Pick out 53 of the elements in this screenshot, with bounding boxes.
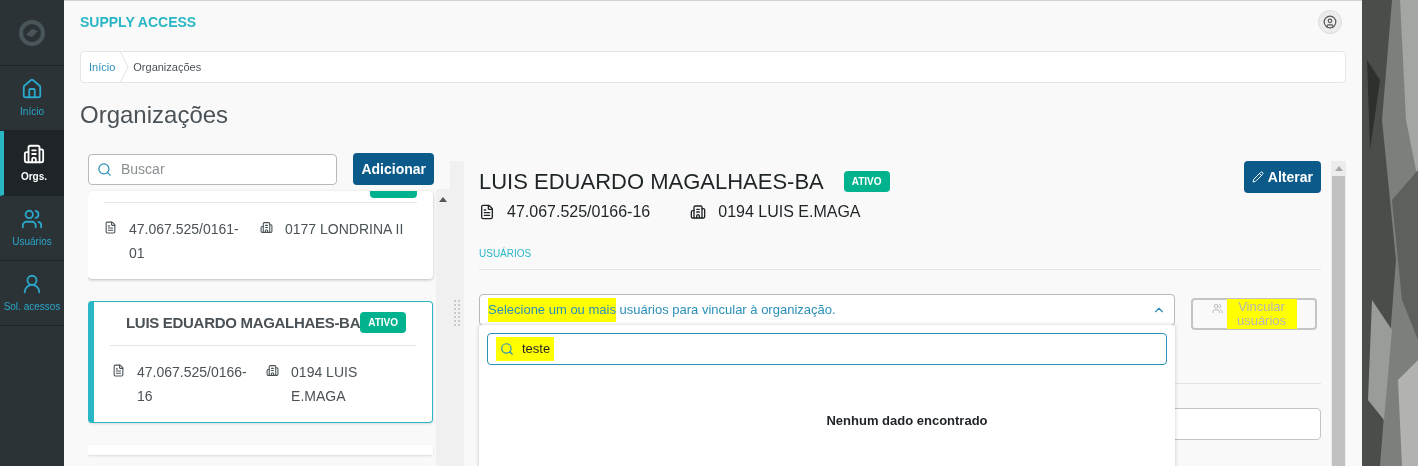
home-icon: [21, 77, 43, 100]
document-icon: [104, 221, 117, 234]
logo-icon: [19, 19, 45, 46]
organization-title: LUIS EDUARDO MAGALHAES-BA: [479, 168, 824, 196]
person-icon: [21, 272, 43, 295]
cnpj-text: 47.067.525/0161-01: [129, 220, 240, 263]
building-icon: [260, 221, 273, 234]
user-icon: [1323, 15, 1337, 29]
users-icon: [1211, 303, 1223, 314]
nav-item[interactable]: Sol. acessos: [0, 261, 64, 326]
dropdown-search-field[interactable]: teste: [487, 333, 1167, 365]
search-value: teste: [522, 340, 551, 359]
building-icon: [266, 363, 280, 377]
code-text: 0194 LUIS E.MAGA: [291, 362, 359, 406]
edit-button[interactable]: Alterar: [1243, 161, 1321, 193]
scrollbar[interactable]: [436, 189, 450, 466]
users-icon: [21, 207, 43, 230]
splitter-handle[interactable]: [450, 161, 464, 466]
card-title: LUIS EDUARDO MAGALHAES-BA: [126, 313, 361, 333]
status-badge: ATIVO: [843, 171, 890, 192]
grip-icon: [454, 299, 460, 328]
nav-item[interactable]: Orgs.: [0, 131, 64, 196]
document-icon: [112, 363, 125, 377]
scroll-thumb[interactable]: [1332, 176, 1345, 466]
app-title: SUPPLY ACCESS: [80, 12, 197, 32]
user-select-field[interactable]: Selecione um ou mais usuários para vincular à organização.: [479, 294, 1175, 326]
code-text: 0194 LUIS E.MAGA: [718, 202, 861, 222]
empty-message: Nenhum dado encontrado: [826, 412, 988, 430]
building-icon: [23, 142, 45, 165]
organization-card[interactable]: 47.067.525/0161-01 0177 LONDRINA II: [88, 191, 433, 279]
breadcrumb-link[interactable]: Organizações: [133, 58, 202, 76]
search-field[interactable]: Buscar: [88, 153, 338, 185]
breadcrumb-link[interactable]: Início: [89, 58, 116, 76]
search-icon: [500, 342, 514, 356]
status-badge: ATIVO: [360, 312, 406, 333]
page-title: Organizações: [80, 100, 230, 130]
scroll-up-icon: [1334, 166, 1343, 171]
search-icon: [97, 161, 112, 177]
document-icon: [479, 204, 495, 220]
code-text: 0177 LONDRINA II: [285, 220, 404, 239]
organization-card[interactable]: LUIS EDUARDO MAGALHAES-BA ATIVO 47.067.525/0166-16 0194 LUIS E.MAGA: [88, 301, 433, 423]
status-badge: [370, 191, 417, 198]
scrollbar[interactable]: [1331, 161, 1346, 466]
section-label: USUÁRIOS: [479, 246, 533, 261]
organization-card[interactable]: [88, 444, 433, 455]
cnpj-text: 47.067.525/0166-16: [507, 202, 651, 222]
pencil-icon: [1251, 171, 1264, 183]
user-avatar-button[interactable]: [1318, 10, 1342, 34]
cnpj-text: 47.067.525/0166-16: [137, 362, 248, 406]
add-button[interactable]: Adicionar: [353, 153, 434, 185]
scroll-up-icon: [439, 197, 448, 202]
building-icon: [690, 204, 707, 220]
nav-item[interactable]: Usuários: [0, 196, 64, 261]
